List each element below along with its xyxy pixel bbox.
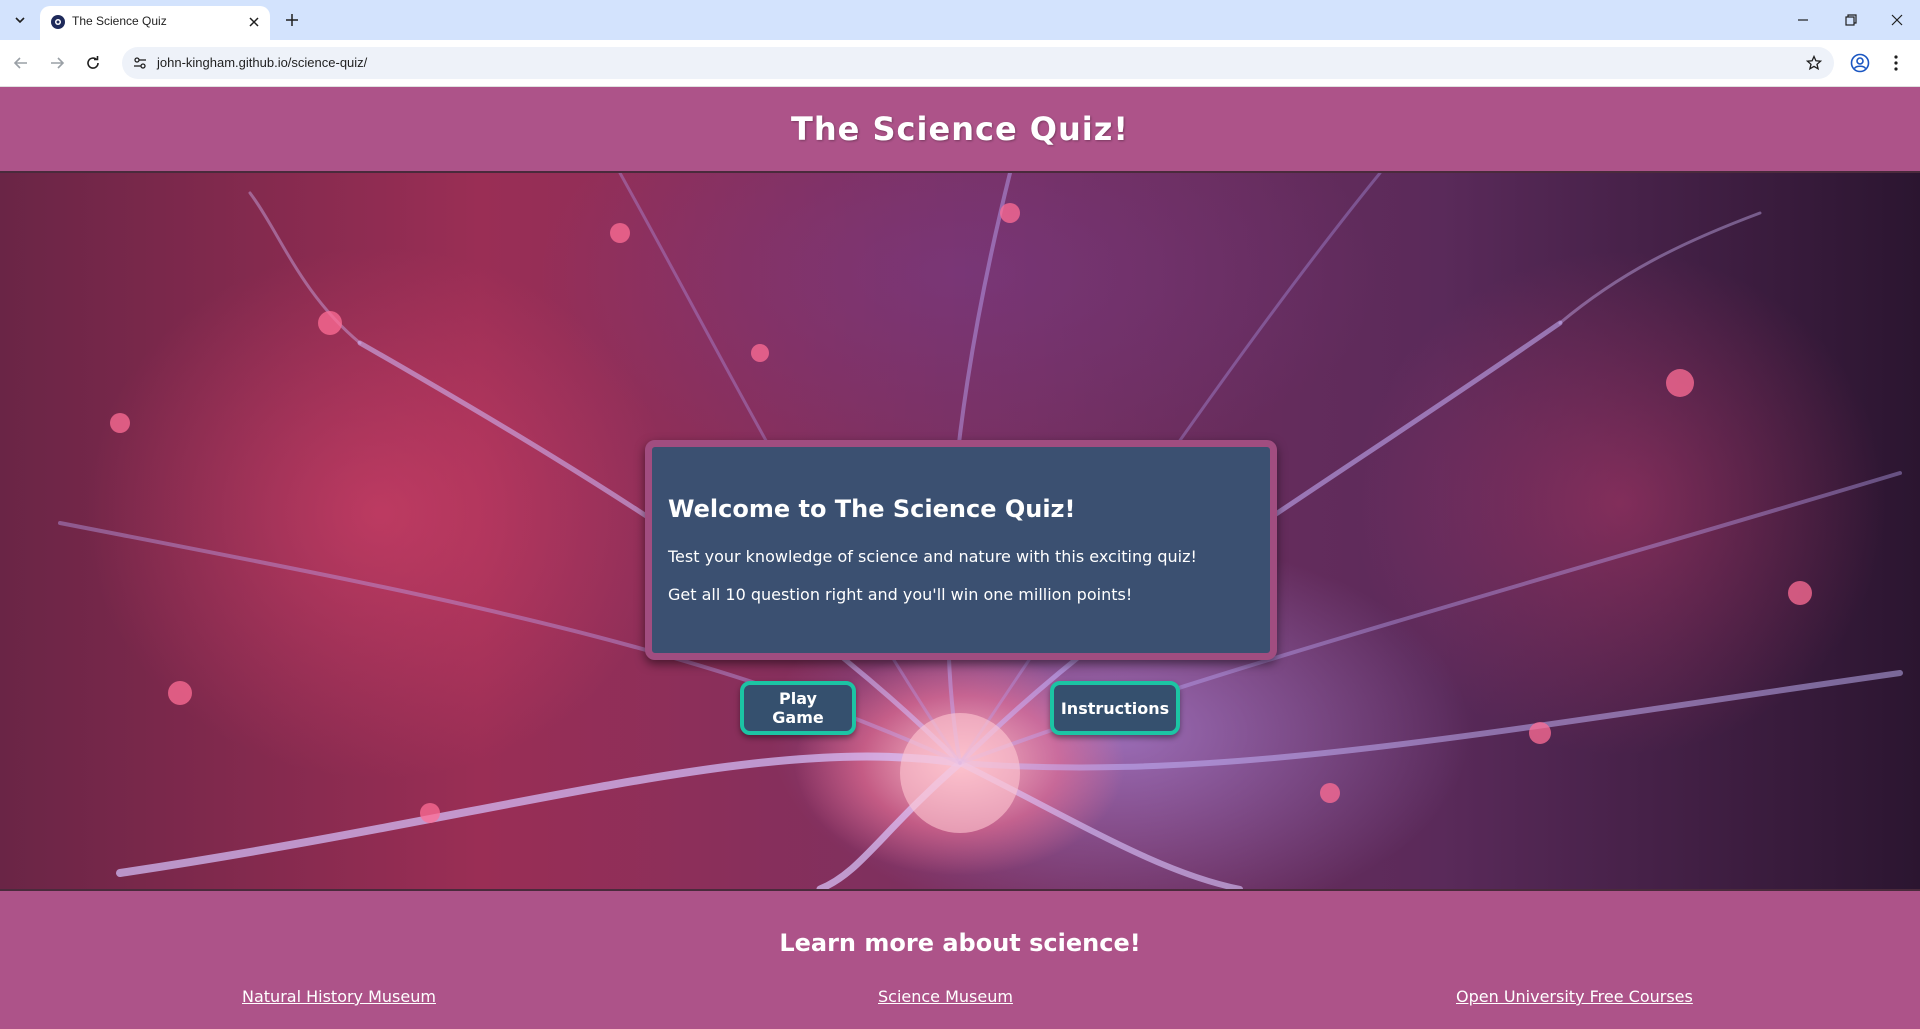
footer-link-natural-history-museum[interactable]: Natural History Museum <box>242 987 436 1006</box>
site-footer: Learn more about science! Natural Histor… <box>0 889 1920 1029</box>
footer-link-science-museum[interactable]: Science Museum <box>878 987 1013 1006</box>
site-favicon-icon <box>50 14 66 30</box>
welcome-card: Welcome to The Science Quiz! Test your k… <box>645 440 1277 660</box>
back-icon[interactable] <box>8 50 34 76</box>
web-page: The Science Quiz! Welcome to The Science… <box>0 87 1920 1029</box>
site-info-icon[interactable] <box>130 53 150 73</box>
tab-title: The Science Quiz <box>72 14 167 28</box>
welcome-heading: Welcome to The Science Quiz! <box>668 495 1076 523</box>
welcome-description: Test your knowledge of science and natur… <box>668 547 1197 566</box>
close-icon[interactable] <box>244 12 264 32</box>
url-text[interactable]: john-kingham.github.io/science-quiz/ <box>157 55 367 70</box>
reload-icon[interactable] <box>80 50 106 76</box>
star-icon[interactable] <box>1804 53 1824 73</box>
browser-tab[interactable]: The Science Quiz <box>40 6 270 40</box>
footer-heading: Learn more about science! <box>779 929 1141 957</box>
browser-tabstrip: The Science Quiz <box>0 0 1920 40</box>
play-game-button[interactable]: Play Game <box>740 681 856 735</box>
welcome-goal-text: Get all 10 question right and you'll win… <box>668 585 1133 604</box>
restore-icon[interactable] <box>1828 0 1874 40</box>
footer-link-open-university[interactable]: Open University Free Courses <box>1456 987 1693 1006</box>
page-title: The Science Quiz! <box>791 110 1129 148</box>
profile-icon[interactable] <box>1848 51 1872 75</box>
plus-icon[interactable] <box>280 8 304 32</box>
forward-icon[interactable] <box>44 50 70 76</box>
hero-background: Welcome to The Science Quiz! Test your k… <box>0 173 1920 889</box>
browser-toolbar: john-kingham.github.io/science-quiz/ <box>0 40 1920 87</box>
address-bar[interactable]: john-kingham.github.io/science-quiz/ <box>122 47 1834 79</box>
instructions-button[interactable]: Instructions <box>1050 681 1180 735</box>
window-close-icon[interactable] <box>1874 0 1920 40</box>
more-menu-icon[interactable] <box>1884 51 1908 75</box>
site-header: The Science Quiz! <box>0 87 1920 173</box>
minimize-icon[interactable] <box>1780 0 1826 40</box>
tab-search-icon[interactable] <box>8 8 32 32</box>
